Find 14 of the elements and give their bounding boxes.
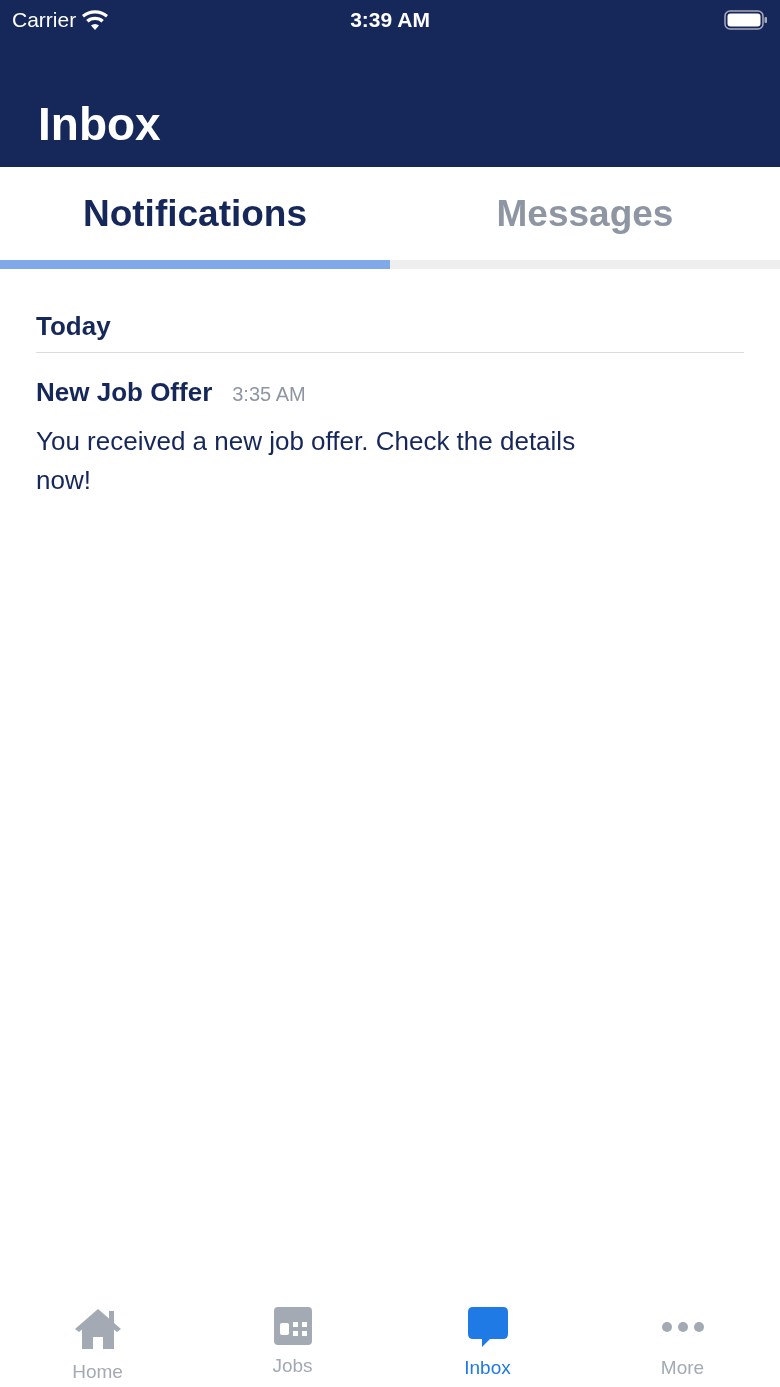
page-title: Inbox (38, 97, 161, 151)
status-time: 3:39 AM (350, 8, 430, 32)
chat-bubble-icon (467, 1307, 508, 1347)
more-icon (661, 1322, 704, 1332)
notification-time: 3:35 AM (232, 383, 306, 406)
calendar-icon (273, 1307, 312, 1345)
tab[interactable]: Messages (390, 167, 780, 269)
carrier-name: Carrier (12, 8, 77, 32)
wifi-icon (82, 10, 109, 30)
tab[interactable]: Notifications (0, 167, 390, 269)
notification-title[interactable]: New Job Offer (36, 377, 213, 408)
battery-icon (724, 10, 768, 30)
notification-text: You received a new job offer. Check the details now! (36, 425, 577, 497)
section-title: Today (36, 269, 744, 353)
